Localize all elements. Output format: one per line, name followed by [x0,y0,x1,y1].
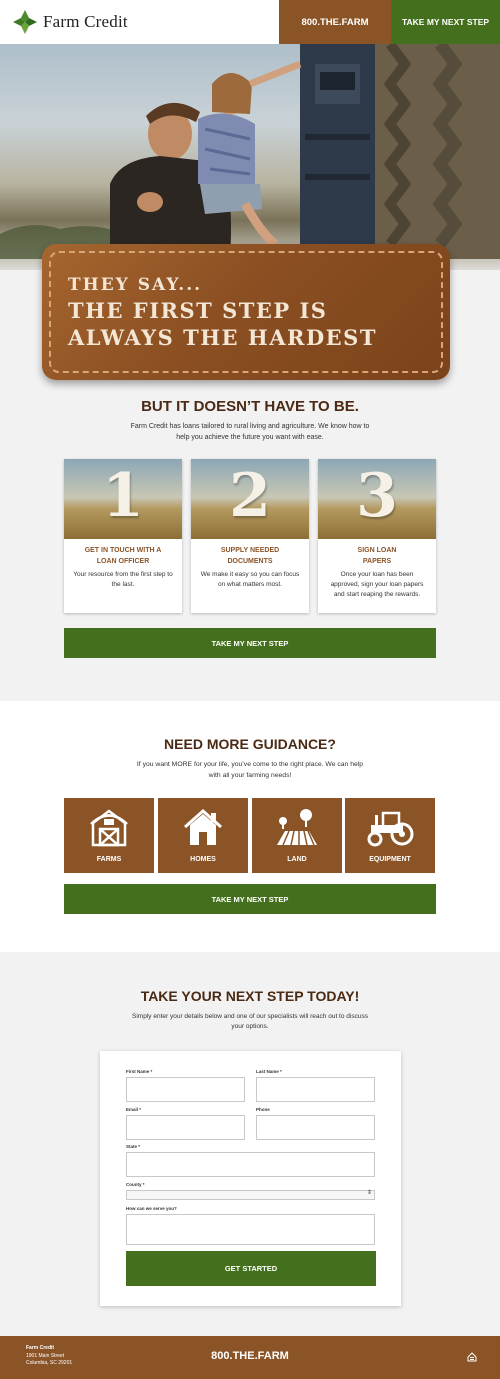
logo-text: Farm Credit [43,12,128,31]
tile-label: LAND [287,856,307,863]
step-title: SIGN LOAN PAPERS [326,545,428,567]
step-title-line1: SUPPLY NEEDED [220,547,280,554]
guidance-section-subtitle: If you want MORE for your life, you’ve c… [136,761,364,779]
form-section-subtitle: Simply enter your details below and one … [132,1013,368,1030]
hero-image [0,44,500,270]
step-number: 1 [102,461,144,531]
equal-housing-icon [467,1352,477,1362]
header-phone-button[interactable]: 800.THE.FARM [279,0,391,44]
phone-input[interactable] [256,1115,375,1140]
site-header: Farm Credit 800.THE.FARM TAKE MY NEXT ST… [0,0,500,44]
tile-land[interactable]: LAND [252,798,342,873]
step-title-line2: PAPERS [362,558,392,565]
email-label: Email * [126,1107,142,1112]
logo[interactable]: Farm Credit [12,9,128,35]
tile-farms[interactable]: FARMS [64,798,154,873]
step-number: 3 [356,461,398,531]
tile-label: FARMS [96,856,122,863]
guidance-next-step-button[interactable]: TAKE MY NEXT STEP [64,884,436,914]
step-title-line1: GET IN TOUCH WITH A [84,547,162,554]
step-description: Your resource from the first step to the… [73,571,173,588]
badge-headline-line1: THE FIRST STEP IS [68,298,328,323]
step-description: Once your loan has been approved, sign y… [330,571,424,598]
message-textarea[interactable] [126,1214,375,1245]
get-started-button[interactable]: GET STARTED [126,1251,376,1286]
badge-intro-text: THEY SAY... [68,275,203,295]
state-input[interactable] [126,1152,375,1177]
first-name-label: First Name * [126,1069,153,1074]
form-section-title: TAKE YOUR NEXT STEP TODAY! [140,988,360,1004]
land-icon [277,809,317,846]
step-title-line1: SIGN LOAN [357,547,397,554]
tile-label: EQUIPMENT [369,856,411,863]
barn-icon [90,809,128,847]
steps-section-subtitle: Farm Credit has loans tailored to rural … [130,423,370,441]
house-icon [184,808,222,845]
step-description: We make it easy so you can focus on what… [200,571,300,588]
phone-label: Phone [256,1107,270,1112]
message-label: How can we serve you? [126,1206,177,1211]
step-card-3: 3 SIGN LOAN PAPERS Once your loan has be… [318,459,436,613]
tractor-icon [367,811,414,847]
tile-equipment[interactable]: EQUIPMENT [345,798,435,873]
step-image: 2 [191,459,309,539]
last-name-input[interactable] [256,1077,375,1102]
first-name-input[interactable] [126,1077,245,1102]
hero-photo-illustration [0,44,500,259]
tile-homes[interactable]: HOMES [158,798,248,873]
email-input[interactable] [126,1115,245,1140]
hero-headline-badge: THEY SAY... THE FIRST STEP IS ALWAYS THE… [42,244,450,380]
footer-phone-link[interactable]: 800.THE.FARM [0,1350,500,1362]
steps-next-step-button[interactable]: TAKE MY NEXT STEP [64,628,436,658]
step-title-line2: DOCUMENTS [227,558,273,565]
select-arrows-icon: ⇕ [366,1190,372,1196]
county-select[interactable]: ⇕ [126,1190,375,1200]
badge-headline: THE FIRST STEP IS ALWAYS THE HARDEST [68,297,377,351]
step-image: 1 [64,459,182,539]
last-name-label: Last Name * [256,1069,282,1074]
step-title-line2: LOAN OFFICER [96,558,150,565]
tile-label: HOMES [190,856,216,863]
header-next-step-button[interactable]: TAKE MY NEXT STEP [391,0,500,44]
step-title: GET IN TOUCH WITH A LOAN OFFICER [72,545,174,567]
site-footer: Farm Credit 1901 Main Street Columbia, S… [0,1336,500,1379]
steps-section-title: BUT IT DOESN’T HAVE TO BE. [141,398,359,415]
state-label: State * [126,1144,141,1149]
step-card-2: 2 SUPPLY NEEDED DOCUMENTS We make it eas… [191,459,309,613]
badge-headline-line2: ALWAYS THE HARDEST [68,325,377,350]
county-label: County * [126,1182,145,1187]
farm-credit-logo-icon [13,10,37,34]
step-image: 3 [318,459,436,539]
step-card-1: 1 GET IN TOUCH WITH A LOAN OFFICER Your … [64,459,182,613]
step-title: SUPPLY NEEDED DOCUMENTS [199,545,301,567]
step-number: 2 [229,461,271,531]
guidance-section-title: NEED MORE GUIDANCE? [164,736,336,752]
